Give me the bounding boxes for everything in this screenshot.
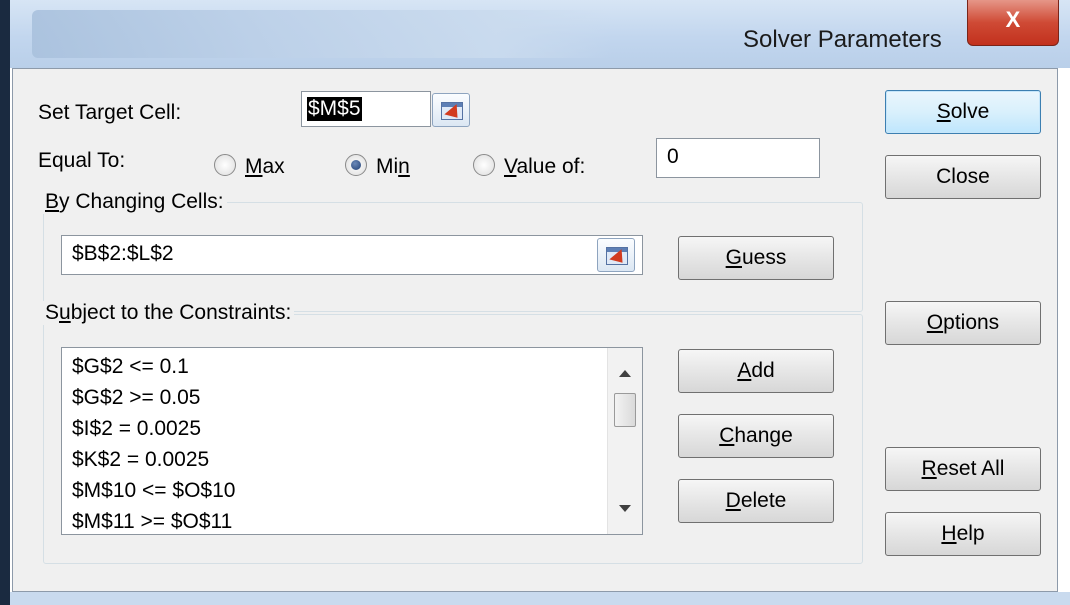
target-cell-label: Set Target Cell: <box>38 101 182 124</box>
constraints-scrollbar[interactable] <box>607 348 642 534</box>
scroll-down-icon[interactable] <box>619 505 631 512</box>
constraints-label: Subject to the Constraints: <box>42 301 295 325</box>
help-button[interactable]: Help <box>885 512 1041 556</box>
blurred-background <box>32 10 612 58</box>
options-button[interactable]: Options <box>885 301 1041 345</box>
list-item[interactable]: $G$2 <= 0.1 <box>62 351 602 382</box>
title-bar[interactable]: Solver Parameters X <box>10 0 1070 68</box>
list-item[interactable]: $I$2 = 0.0025 <box>62 413 602 444</box>
scroll-thumb[interactable] <box>614 393 636 427</box>
list-item[interactable]: $M$10 <= $O$10 <box>62 475 602 506</box>
target-cell-value: $M$5 <box>307 97 362 121</box>
constraints-items: $G$2 <= 0.1 $G$2 >= 0.05 $I$2 = 0.0025 $… <box>62 351 602 537</box>
radio-min[interactable] <box>345 154 367 176</box>
radio-min-label: Min <box>376 155 410 178</box>
list-item[interactable]: $K$2 = 0.0025 <box>62 444 602 475</box>
window-title: Solver Parameters <box>743 26 942 53</box>
add-button[interactable]: Add <box>678 349 834 393</box>
change-button[interactable]: Change <box>678 414 834 458</box>
equal-to-label: Equal To: <box>38 149 126 172</box>
solve-button[interactable]: Solve <box>885 90 1041 134</box>
radio-max[interactable] <box>214 154 236 176</box>
target-cell-ref-button[interactable] <box>432 93 470 127</box>
delete-button[interactable]: Delete <box>678 479 834 523</box>
constraints-list[interactable]: $G$2 <= 0.1 $G$2 >= 0.05 $I$2 = 0.0025 $… <box>61 347 643 535</box>
target-cell-input[interactable]: $M$5 <box>301 91 431 127</box>
list-item[interactable]: $M$11 >= $O$11 <box>62 506 602 537</box>
value-of-input[interactable]: 0 <box>656 138 820 178</box>
changing-cells-input[interactable]: $B$2:$L$2 <box>61 235 643 275</box>
close-button[interactable]: Close <box>885 155 1041 199</box>
reset-all-button[interactable]: Reset All <box>885 447 1041 491</box>
scroll-up-icon[interactable] <box>619 370 631 377</box>
solver-dialog: Set Target Cell: $M$5 Equal To: Max Min … <box>12 68 1058 592</box>
radio-max-label: Max <box>245 155 285 178</box>
window-frame-edge <box>0 0 10 605</box>
changing-cells-label: By Changing Cells: <box>42 190 227 214</box>
window-frame-bottom <box>10 592 1070 605</box>
list-item[interactable]: $G$2 >= 0.05 <box>62 382 602 413</box>
radio-value-of-label: Value of: <box>504 155 586 178</box>
changing-cells-ref-button[interactable] <box>597 238 635 272</box>
guess-button[interactable]: Guess <box>678 236 834 280</box>
radio-value-of[interactable] <box>473 154 495 176</box>
close-window-button[interactable]: X <box>967 0 1059 46</box>
